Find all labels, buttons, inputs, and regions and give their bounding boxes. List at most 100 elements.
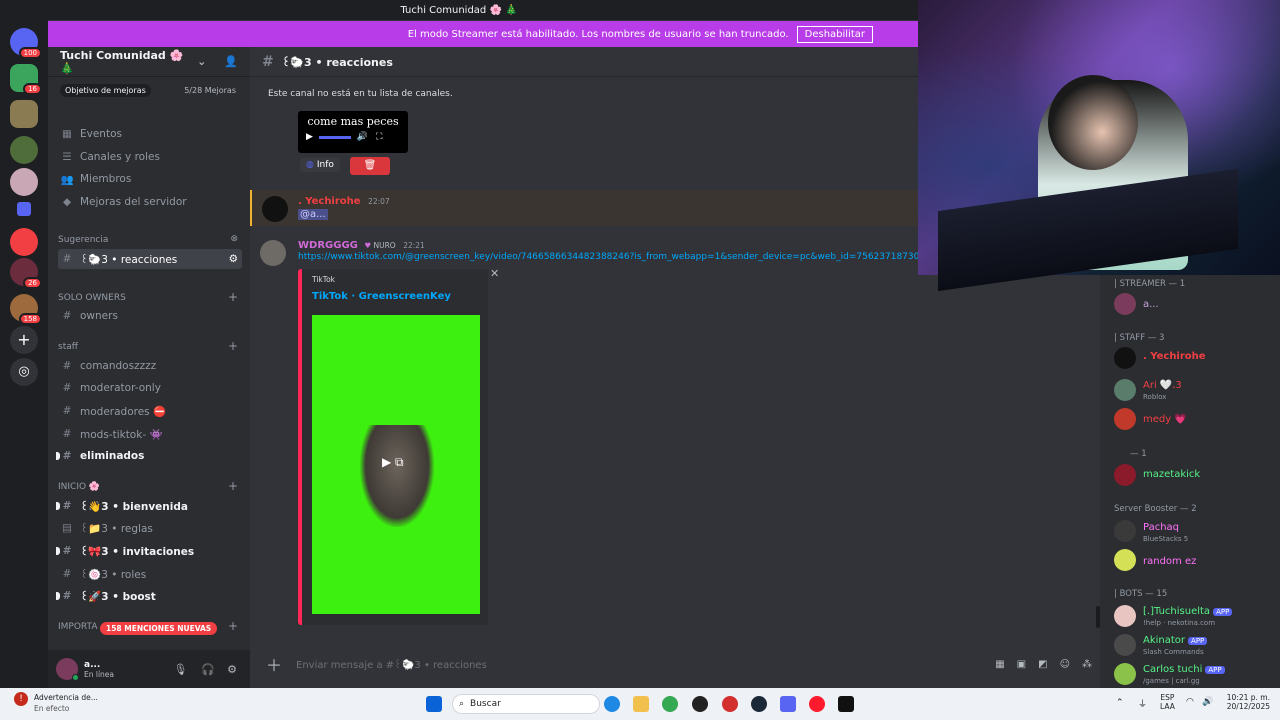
- channel-boost[interactable]: # ꒰🚀3 • boost: [56, 586, 242, 606]
- disable-streamer-button[interactable]: Deshabilitar: [796, 25, 873, 43]
- add-attachment-icon[interactable]: ＋: [266, 652, 282, 676]
- gear-icon[interactable]: ⚙: [229, 253, 238, 265]
- usb-icon[interactable]: ⏚: [1138, 697, 1147, 710]
- category-importa[interactable]: IMPORTA: [58, 622, 98, 632]
- tuchi-server-icon[interactable]: 158: [10, 294, 42, 325]
- avatar[interactable]: [1114, 549, 1136, 571]
- member-name[interactable]: medy 💗: [1143, 414, 1187, 425]
- category-solo-owners[interactable]: SOLO OWNERS: [58, 293, 126, 303]
- sticker-icon[interactable]: ◩: [1038, 659, 1047, 670]
- play-icon[interactable]: ▶ ⧉: [382, 455, 404, 470]
- scrollbar[interactable]: [1096, 606, 1100, 628]
- discord-icon[interactable]: [780, 696, 796, 712]
- embed-video-thumbnail[interactable]: ▶ ⧉: [312, 315, 480, 614]
- nav-boosts[interactable]: ◆ Mejoras del servidor: [58, 192, 242, 212]
- avatar[interactable]: [1114, 293, 1136, 315]
- video-embed[interactable]: come mas peces ▶ 🔊 ⛶: [298, 111, 408, 153]
- wifi-icon[interactable]: ◠: [1186, 697, 1194, 707]
- warning-icon[interactable]: !: [14, 692, 28, 706]
- message-composer[interactable]: ＋ Enviar mensaje a #꒰🐑3 • reacciones ▦ ▣…: [258, 652, 1098, 676]
- mention[interactable]: @a...: [298, 209, 328, 220]
- avatar[interactable]: [1114, 663, 1136, 685]
- avatar[interactable]: [262, 196, 288, 222]
- server-icon-1[interactable]: 16: [10, 64, 42, 95]
- gif-icon[interactable]: ▣: [1017, 659, 1026, 670]
- invite-icon[interactable]: 👤: [224, 55, 238, 68]
- taskbar-search[interactable]: ⌕ Buscar: [452, 694, 600, 714]
- nav-events[interactable]: ▦ Eventos: [58, 124, 242, 144]
- channel-reacciones[interactable]: # ꒰🐑3 • reacciones ⚙: [58, 249, 242, 269]
- fullscreen-icon[interactable]: ⛶: [376, 132, 382, 142]
- boost-goal-bar[interactable]: Objetivo de mejoras 5/28 Mejoras: [48, 77, 250, 103]
- member-name[interactable]: Akinator APP: [1143, 635, 1208, 646]
- avatar[interactable]: [1114, 408, 1136, 430]
- avatar[interactable]: [1114, 634, 1136, 656]
- close-icon[interactable]: ⊗: [230, 234, 238, 244]
- member-name[interactable]: Pachaq: [1143, 522, 1179, 533]
- avatar[interactable]: [1114, 520, 1136, 542]
- language-indicator[interactable]: ESP LAA: [1160, 693, 1175, 711]
- nav-channels-roles[interactable]: ☰ Canales y roles: [58, 147, 242, 167]
- embed-title[interactable]: TikTok · GreenscreenKey: [312, 291, 451, 302]
- member-name[interactable]: Ari 🤍ꓸ3: [1143, 380, 1182, 391]
- chrome-icon[interactable]: [662, 696, 678, 712]
- explore-icon[interactable]: ◎: [10, 358, 38, 386]
- clock[interactable]: 10:21 p. m. 20/12/2025: [1226, 693, 1270, 711]
- tiktok-link[interactable]: https://www.tiktok.com/@greenscreen_key/…: [298, 252, 918, 262]
- avatar[interactable]: [1114, 379, 1136, 401]
- steam-icon[interactable]: [751, 696, 767, 712]
- member-name[interactable]: . Yechirohe: [1143, 351, 1206, 362]
- app-icon[interactable]: [722, 696, 738, 712]
- message-author[interactable]: . Yechirohe: [298, 196, 361, 207]
- member-name[interactable]: Carlos tuchi APP: [1143, 664, 1225, 675]
- nav-members[interactable]: 👥 Miembros: [58, 169, 242, 189]
- avatar[interactable]: [56, 658, 79, 681]
- edge-icon[interactable]: [604, 696, 620, 712]
- server-icon-3[interactable]: [10, 136, 38, 164]
- channel-moderadores[interactable]: # moderadores ⛔: [58, 401, 242, 421]
- start-icon[interactable]: [426, 696, 442, 712]
- channel-invitaciones[interactable]: # ꒰🎀3 • invitaciones: [56, 541, 242, 561]
- category-suggestion[interactable]: Sugerencia: [58, 235, 108, 245]
- server-icon-5[interactable]: 26: [10, 258, 42, 289]
- chevron-up-icon[interactable]: ⌃: [1116, 698, 1124, 708]
- obs-icon[interactable]: [692, 696, 708, 712]
- direct-messages-icon[interactable]: 100: [10, 28, 42, 59]
- channel-eliminados[interactable]: # eliminados: [56, 446, 242, 466]
- play-icon[interactable]: ▶: [306, 132, 313, 142]
- volume-slider[interactable]: [318, 135, 351, 139]
- apps-icon[interactable]: ⁂: [1082, 659, 1092, 670]
- close-embed-icon[interactable]: ✕: [490, 267, 499, 280]
- server-icon-2[interactable]: [10, 100, 38, 128]
- channel-owners[interactable]: # owners: [58, 306, 242, 326]
- member-name[interactable]: random ez: [1143, 556, 1196, 567]
- new-mentions-badge[interactable]: 158 MENCIONES NUEVAS: [100, 622, 218, 635]
- volume-icon[interactable]: 🔊: [357, 132, 368, 142]
- warning-title[interactable]: Advertencia de...: [34, 693, 98, 702]
- avatar[interactable]: [1114, 605, 1136, 627]
- channel-comandos[interactable]: # comandoszzzz: [58, 356, 242, 376]
- avatar[interactable]: [1114, 464, 1136, 486]
- category-inicio[interactable]: INICIO 🌸: [58, 482, 100, 492]
- mic-icon[interactable]: 🎙: [173, 663, 187, 676]
- heart-server-icon[interactable]: [10, 228, 38, 256]
- member-name[interactable]: [.]Tuchisuelta APP: [1143, 606, 1233, 617]
- settings-icon[interactable]: ⚙: [227, 663, 237, 676]
- channel-mods-tiktok[interactable]: # mods-tiktok- 👾: [58, 424, 242, 444]
- add-channel-icon[interactable]: +: [228, 479, 238, 493]
- add-channel-icon[interactable]: +: [228, 290, 238, 304]
- add-channel-icon[interactable]: +: [228, 619, 238, 633]
- delete-button[interactable]: 🗑: [350, 157, 390, 175]
- emoji-icon[interactable]: ☺: [1060, 659, 1070, 670]
- add-server-icon[interactable]: +: [10, 326, 38, 354]
- chevron-down-icon[interactable]: ⌄: [197, 55, 206, 68]
- gift-icon[interactable]: ▦: [995, 659, 1004, 670]
- avatar[interactable]: [1114, 347, 1136, 369]
- capcut-icon[interactable]: [838, 696, 854, 712]
- server-icon-4[interactable]: [10, 168, 38, 196]
- info-button[interactable]: ◍ Info: [300, 158, 340, 172]
- add-channel-icon[interactable]: +: [228, 339, 238, 353]
- channel-moderator-only[interactable]: # moderator-only: [58, 378, 242, 398]
- file-explorer-icon[interactable]: [633, 696, 649, 712]
- channel-bienvenida[interactable]: # ꒰👋3 • bienvenida: [56, 496, 242, 516]
